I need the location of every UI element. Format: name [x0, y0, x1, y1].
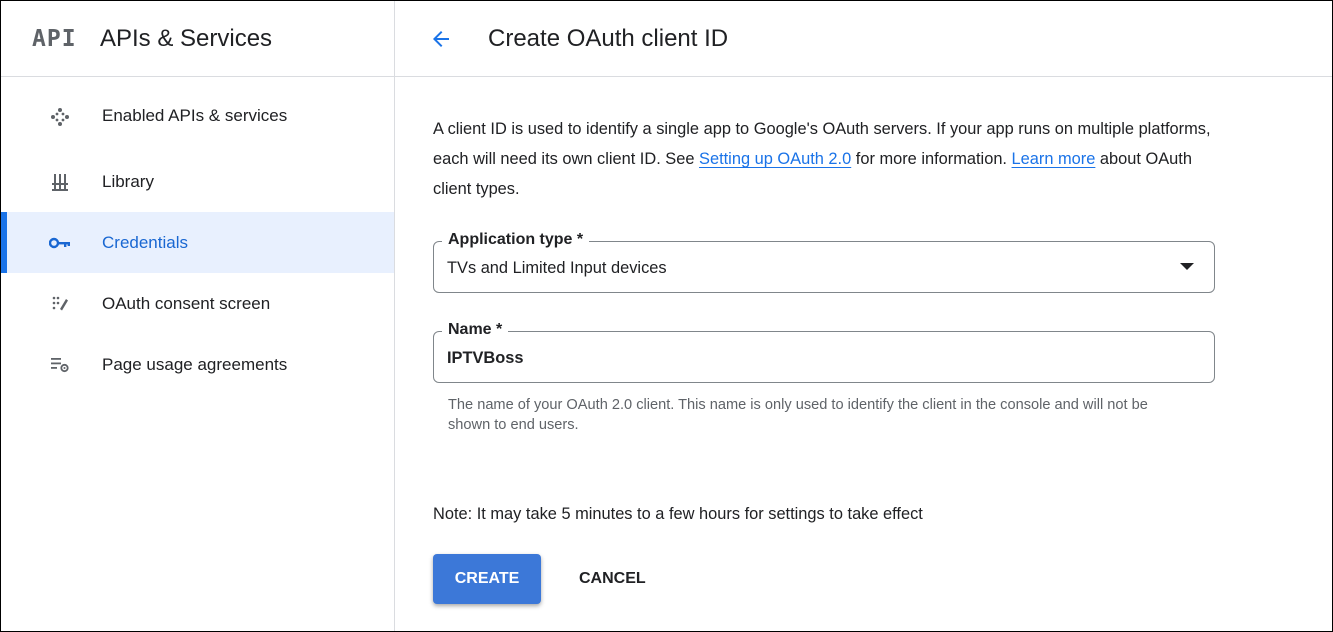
- page-title: Create OAuth client ID: [488, 24, 729, 52]
- learn-more-link[interactable]: Learn more: [1012, 150, 1096, 168]
- name-field[interactable]: Name * IPTVBoss: [433, 321, 1215, 383]
- dots-diamond-icon: [49, 106, 71, 128]
- library-icon: [49, 171, 71, 193]
- back-button[interactable]: [421, 19, 461, 59]
- name-helper-text: The name of your OAuth 2.0 client. This …: [448, 397, 1148, 433]
- product-title: APIs & Services: [100, 24, 273, 52]
- key-icon: [49, 232, 71, 254]
- name-label: Name *: [442, 321, 509, 339]
- application-type-label: Application type *: [442, 231, 590, 249]
- setting-up-oauth-link[interactable]: Setting up OAuth 2.0: [699, 150, 851, 168]
- consent-icon: [49, 293, 71, 315]
- sidebar-item-label: Enabled APIs & services: [102, 106, 288, 125]
- action-buttons: CREATE CANCEL: [433, 554, 662, 604]
- settings-list-icon: [49, 354, 71, 376]
- app-window: API APIs & Services Enabled APIs & servi…: [0, 0, 1333, 632]
- application-type-value: TVs and Limited Input devices: [447, 259, 667, 277]
- sidebar-item-credentials[interactable]: Credentials: [1, 212, 394, 273]
- sidebar-item-library[interactable]: Library: [1, 151, 394, 212]
- arrow-back-icon: [433, 30, 449, 47]
- sidebar-item-label: Library: [102, 171, 154, 191]
- dropdown-arrow-icon: [1180, 263, 1194, 270]
- form-content: A client ID is used to identify a single…: [433, 114, 1223, 604]
- cancel-button[interactable]: CANCEL: [563, 554, 662, 604]
- settings-note: Note: It may take 5 minutes to a few hou…: [433, 505, 923, 523]
- sidebar-nav: Enabled APIs & services Library Credenti…: [1, 77, 394, 395]
- intro-text: A client ID is used to identify a single…: [433, 114, 1223, 204]
- sidebar-item-label: OAuth consent screen: [102, 293, 271, 313]
- sidebar-header: API APIs & Services: [1, 1, 394, 77]
- intro-text-part: for more information.: [851, 150, 1012, 168]
- sidebar-item-page-usage[interactable]: Page usage agreements: [1, 334, 394, 395]
- main-panel: Create OAuth client ID A client ID is us…: [395, 1, 1332, 631]
- sidebar: API APIs & Services Enabled APIs & servi…: [1, 1, 395, 631]
- application-type-select[interactable]: Application type * TVs and Limited Input…: [433, 231, 1215, 293]
- sidebar-item-oauth-consent[interactable]: OAuth consent screen: [1, 273, 394, 334]
- name-input-value: IPTVBoss: [447, 349, 524, 367]
- sidebar-item-label: Page usage agreements: [102, 354, 288, 374]
- create-button[interactable]: CREATE: [433, 554, 541, 604]
- page-header: Create OAuth client ID: [395, 1, 1332, 77]
- sidebar-item-label: Credentials: [102, 232, 188, 252]
- api-logo: API: [32, 25, 77, 52]
- sidebar-item-enabled-apis[interactable]: Enabled APIs & services: [1, 106, 394, 140]
